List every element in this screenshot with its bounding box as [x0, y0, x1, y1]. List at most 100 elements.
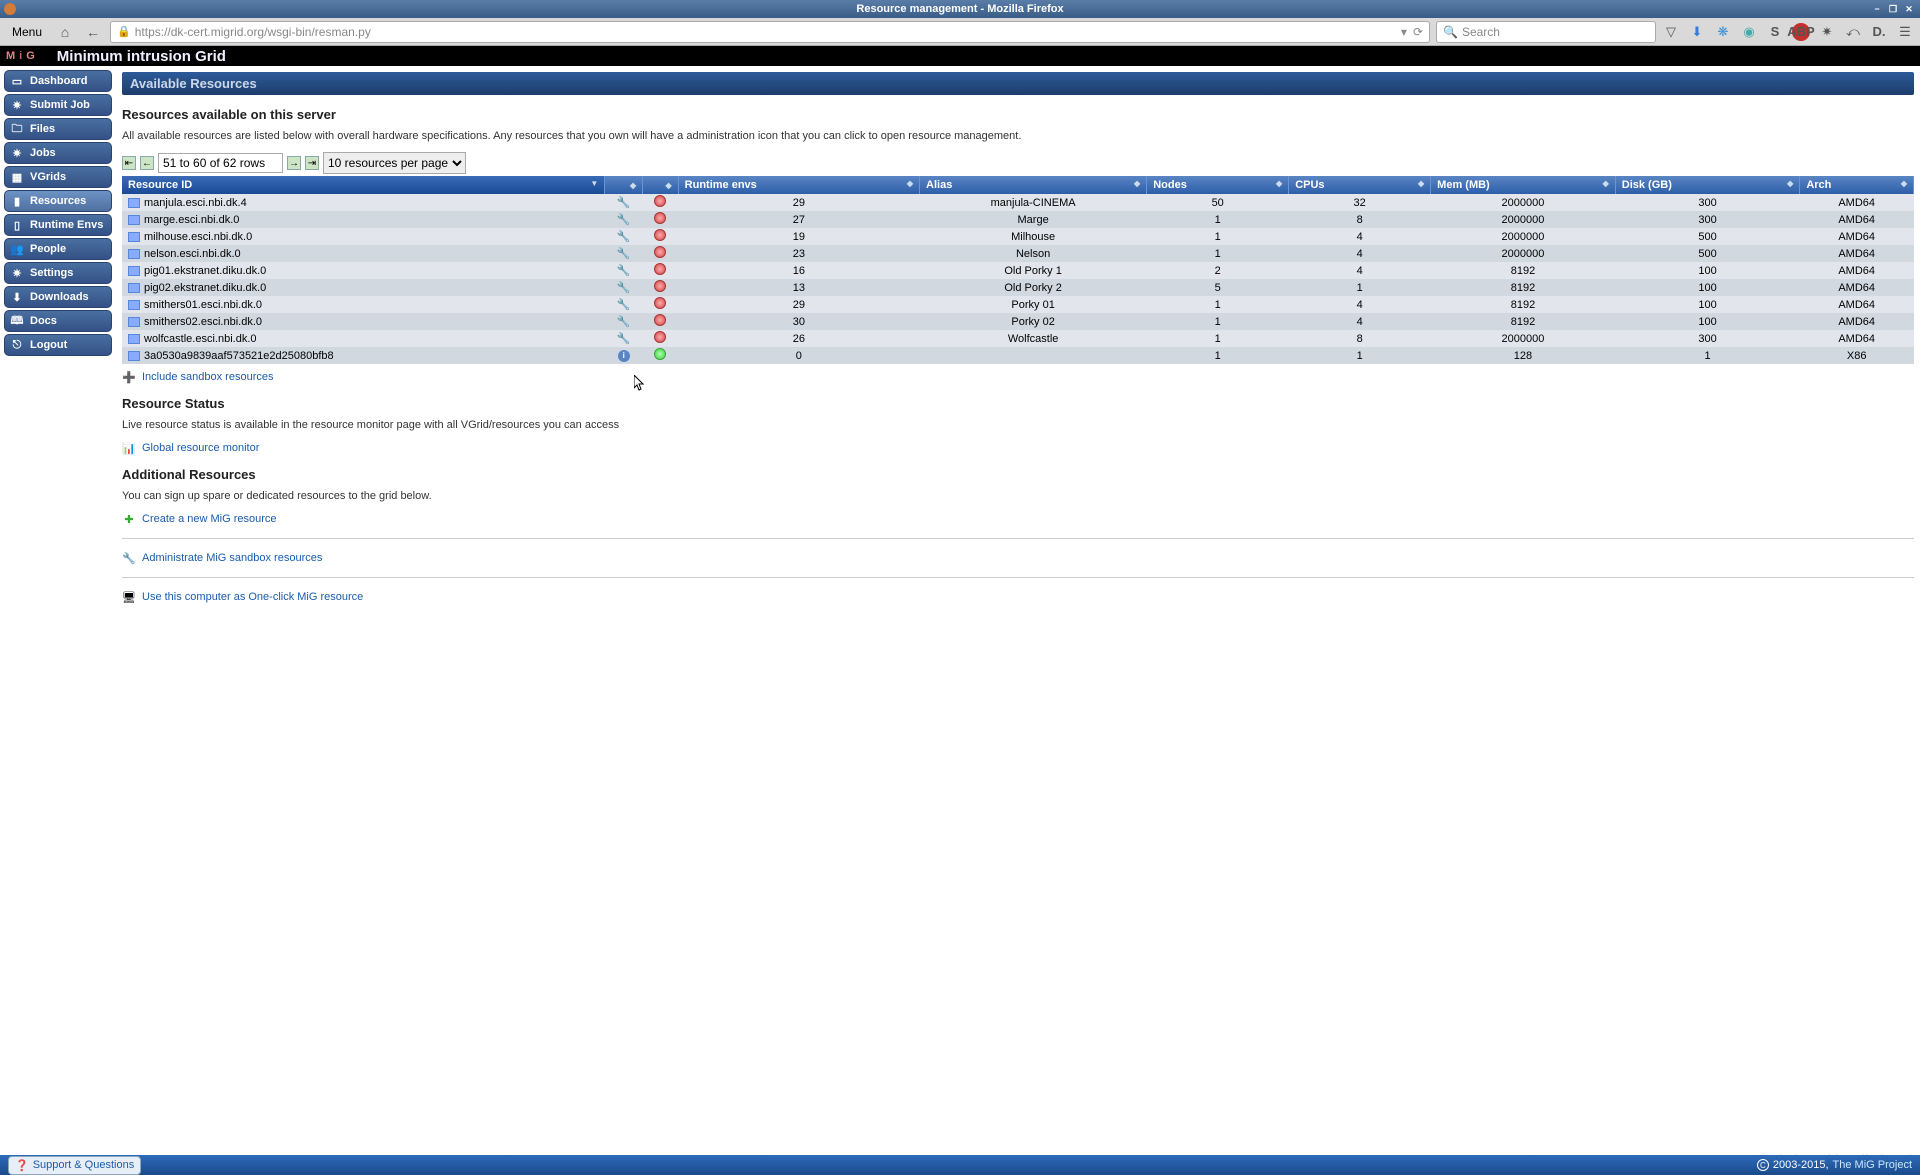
- col-header[interactable]: Resource ID▼: [122, 176, 605, 194]
- sidebar-item-files[interactable]: 🗀Files: [4, 118, 112, 140]
- pocket-icon[interactable]: ▽: [1662, 23, 1680, 41]
- per-page-select[interactable]: 10 resources per page: [323, 152, 466, 174]
- col-header[interactable]: Nodes◆: [1147, 176, 1289, 194]
- wrench-icon[interactable]: 🔧: [617, 197, 631, 209]
- cell-rte: 19: [678, 228, 919, 245]
- cell-nodes: 1: [1147, 313, 1289, 330]
- minimize-icon[interactable]: −: [1870, 3, 1884, 15]
- info-icon[interactable]: i: [618, 350, 630, 362]
- adblock-icon[interactable]: ABP: [1792, 23, 1810, 41]
- pager-prev-icon[interactable]: ←: [140, 156, 154, 170]
- extension-icon-1[interactable]: ❋: [1714, 23, 1732, 41]
- hamburger-icon[interactable]: ☰: [1896, 23, 1914, 41]
- sidebar-item-downloads[interactable]: ⬇Downloads: [4, 286, 112, 308]
- pager-first-icon[interactable]: ⇤: [122, 156, 136, 170]
- search-bar[interactable]: 🔍 Search: [1436, 21, 1656, 43]
- sidebar-icon: ✷: [10, 146, 24, 160]
- sidebar-item-docs[interactable]: 🕮Docs: [4, 310, 112, 332]
- wrench-icon[interactable]: 🔧: [617, 231, 631, 243]
- cell-arch: AMD64: [1800, 279, 1914, 296]
- create-resource-link[interactable]: Create a new MiG resource: [142, 513, 277, 525]
- sidebar-icon: ▭: [10, 74, 24, 88]
- pager-last-icon[interactable]: ⇥: [305, 156, 319, 170]
- col-header[interactable]: Runtime envs◆: [678, 176, 919, 194]
- extension-icon-2[interactable]: ◉: [1740, 23, 1758, 41]
- status-icon[interactable]: [654, 348, 666, 360]
- menu-button[interactable]: Menu: [6, 23, 48, 41]
- maximize-icon[interactable]: ❐: [1886, 3, 1900, 15]
- cell-arch: AMD64: [1800, 296, 1914, 313]
- status-icon[interactable]: [654, 297, 666, 309]
- sidebar-item-submit-job[interactable]: ✷Submit Job: [4, 94, 112, 116]
- status-icon[interactable]: [654, 229, 666, 241]
- extension-icon-4[interactable]: ⤺: [1844, 23, 1862, 41]
- pager-next-icon[interactable]: →: [287, 156, 301, 170]
- sidebar-item-logout[interactable]: ⎋Logout: [4, 334, 112, 356]
- sidebar-item-jobs[interactable]: ✷Jobs: [4, 142, 112, 164]
- url-dropdown-icon[interactable]: ▾: [1401, 25, 1407, 39]
- sidebar-icon: ✷: [10, 98, 24, 112]
- status-icon[interactable]: [654, 331, 666, 343]
- col-header[interactable]: Arch◆: [1800, 176, 1914, 194]
- computer-icon: 🖥: [122, 590, 136, 604]
- wrench-icon[interactable]: 🔧: [617, 316, 631, 328]
- wrench-icon[interactable]: 🔧: [617, 333, 631, 345]
- col-header[interactable]: Disk (GB)◆: [1615, 176, 1800, 194]
- admin-sandbox-link[interactable]: Administrate MiG sandbox resources: [142, 552, 322, 564]
- extension-icon-3[interactable]: S: [1766, 23, 1784, 41]
- resource-id: pig02.ekstranet.diku.dk.0: [144, 282, 266, 294]
- status-icon[interactable]: [654, 212, 666, 224]
- support-button[interactable]: ❓ Support & Questions: [8, 1156, 141, 1175]
- col-header[interactable]: Mem (MB)◆: [1431, 176, 1616, 194]
- resource-id: smithers02.esci.nbi.dk.0: [144, 316, 262, 328]
- sidebar-label: People: [30, 243, 66, 255]
- col-header[interactable]: ◆: [605, 176, 643, 194]
- table-row: wolfcastle.esci.nbi.dk.0 🔧 26 Wolfcastle…: [122, 330, 1914, 347]
- sidebar-item-settings[interactable]: ✷Settings: [4, 262, 112, 284]
- download-icon[interactable]: ⬇: [1688, 23, 1706, 41]
- resource-icon: [128, 283, 140, 293]
- status-icon[interactable]: [654, 195, 666, 207]
- global-monitor-link[interactable]: Global resource monitor: [142, 442, 259, 454]
- wrench-icon[interactable]: 🔧: [617, 214, 631, 226]
- cell-disk: 100: [1615, 296, 1800, 313]
- cell-alias: [920, 347, 1147, 364]
- sidebar-item-vgrids[interactable]: ▦VGrids: [4, 166, 112, 188]
- status-icon[interactable]: [654, 314, 666, 326]
- resource-icon: [128, 300, 140, 310]
- sidebar-item-runtime-envs[interactable]: ▯Runtime Envs: [4, 214, 112, 236]
- reload-icon[interactable]: ⟳: [1413, 25, 1423, 39]
- home-icon[interactable]: ⌂: [54, 21, 76, 43]
- project-link[interactable]: The MiG Project: [1833, 1159, 1912, 1171]
- gear-icon[interactable]: ✷: [1818, 23, 1836, 41]
- status-icon[interactable]: [654, 263, 666, 275]
- sidebar-label: Resources: [30, 195, 86, 207]
- extension-icon-5[interactable]: D.: [1870, 23, 1888, 41]
- cell-alias: Old Porky 2: [920, 279, 1147, 296]
- section-desc-additional: You can sign up spare or dedicated resou…: [122, 490, 1914, 502]
- back-icon[interactable]: ←: [82, 21, 104, 43]
- status-icon[interactable]: [654, 280, 666, 292]
- col-header[interactable]: CPUs◆: [1289, 176, 1431, 194]
- sidebar-item-dashboard[interactable]: ▭Dashboard: [4, 70, 112, 92]
- include-sandbox-link[interactable]: Include sandbox resources: [142, 371, 273, 383]
- close-icon[interactable]: ✕: [1902, 3, 1916, 15]
- col-header[interactable]: Alias◆: [920, 176, 1147, 194]
- col-header[interactable]: ◆: [643, 176, 678, 194]
- url-bar[interactable]: 🔒 https://dk-cert.migrid.org/wsgi-bin/re…: [110, 21, 1430, 43]
- lock-icon: 🔒: [117, 25, 131, 38]
- sidebar-item-people[interactable]: 👥People: [4, 238, 112, 260]
- cell-rte: 13: [678, 279, 919, 296]
- wrench-icon[interactable]: 🔧: [617, 265, 631, 277]
- wrench-icon[interactable]: 🔧: [617, 248, 631, 260]
- pager-input[interactable]: [158, 153, 283, 173]
- cell-arch: AMD64: [1800, 211, 1914, 228]
- wrench-icon[interactable]: 🔧: [617, 299, 631, 311]
- status-icon[interactable]: [654, 246, 666, 258]
- sidebar-item-resources[interactable]: ▮Resources: [4, 190, 112, 212]
- oneclick-link[interactable]: Use this computer as One-click MiG resou…: [142, 591, 363, 603]
- cell-mem: 8192: [1431, 279, 1616, 296]
- cell-rte: 29: [678, 296, 919, 313]
- cell-mem: 2000000: [1431, 245, 1616, 262]
- wrench-icon[interactable]: 🔧: [617, 282, 631, 294]
